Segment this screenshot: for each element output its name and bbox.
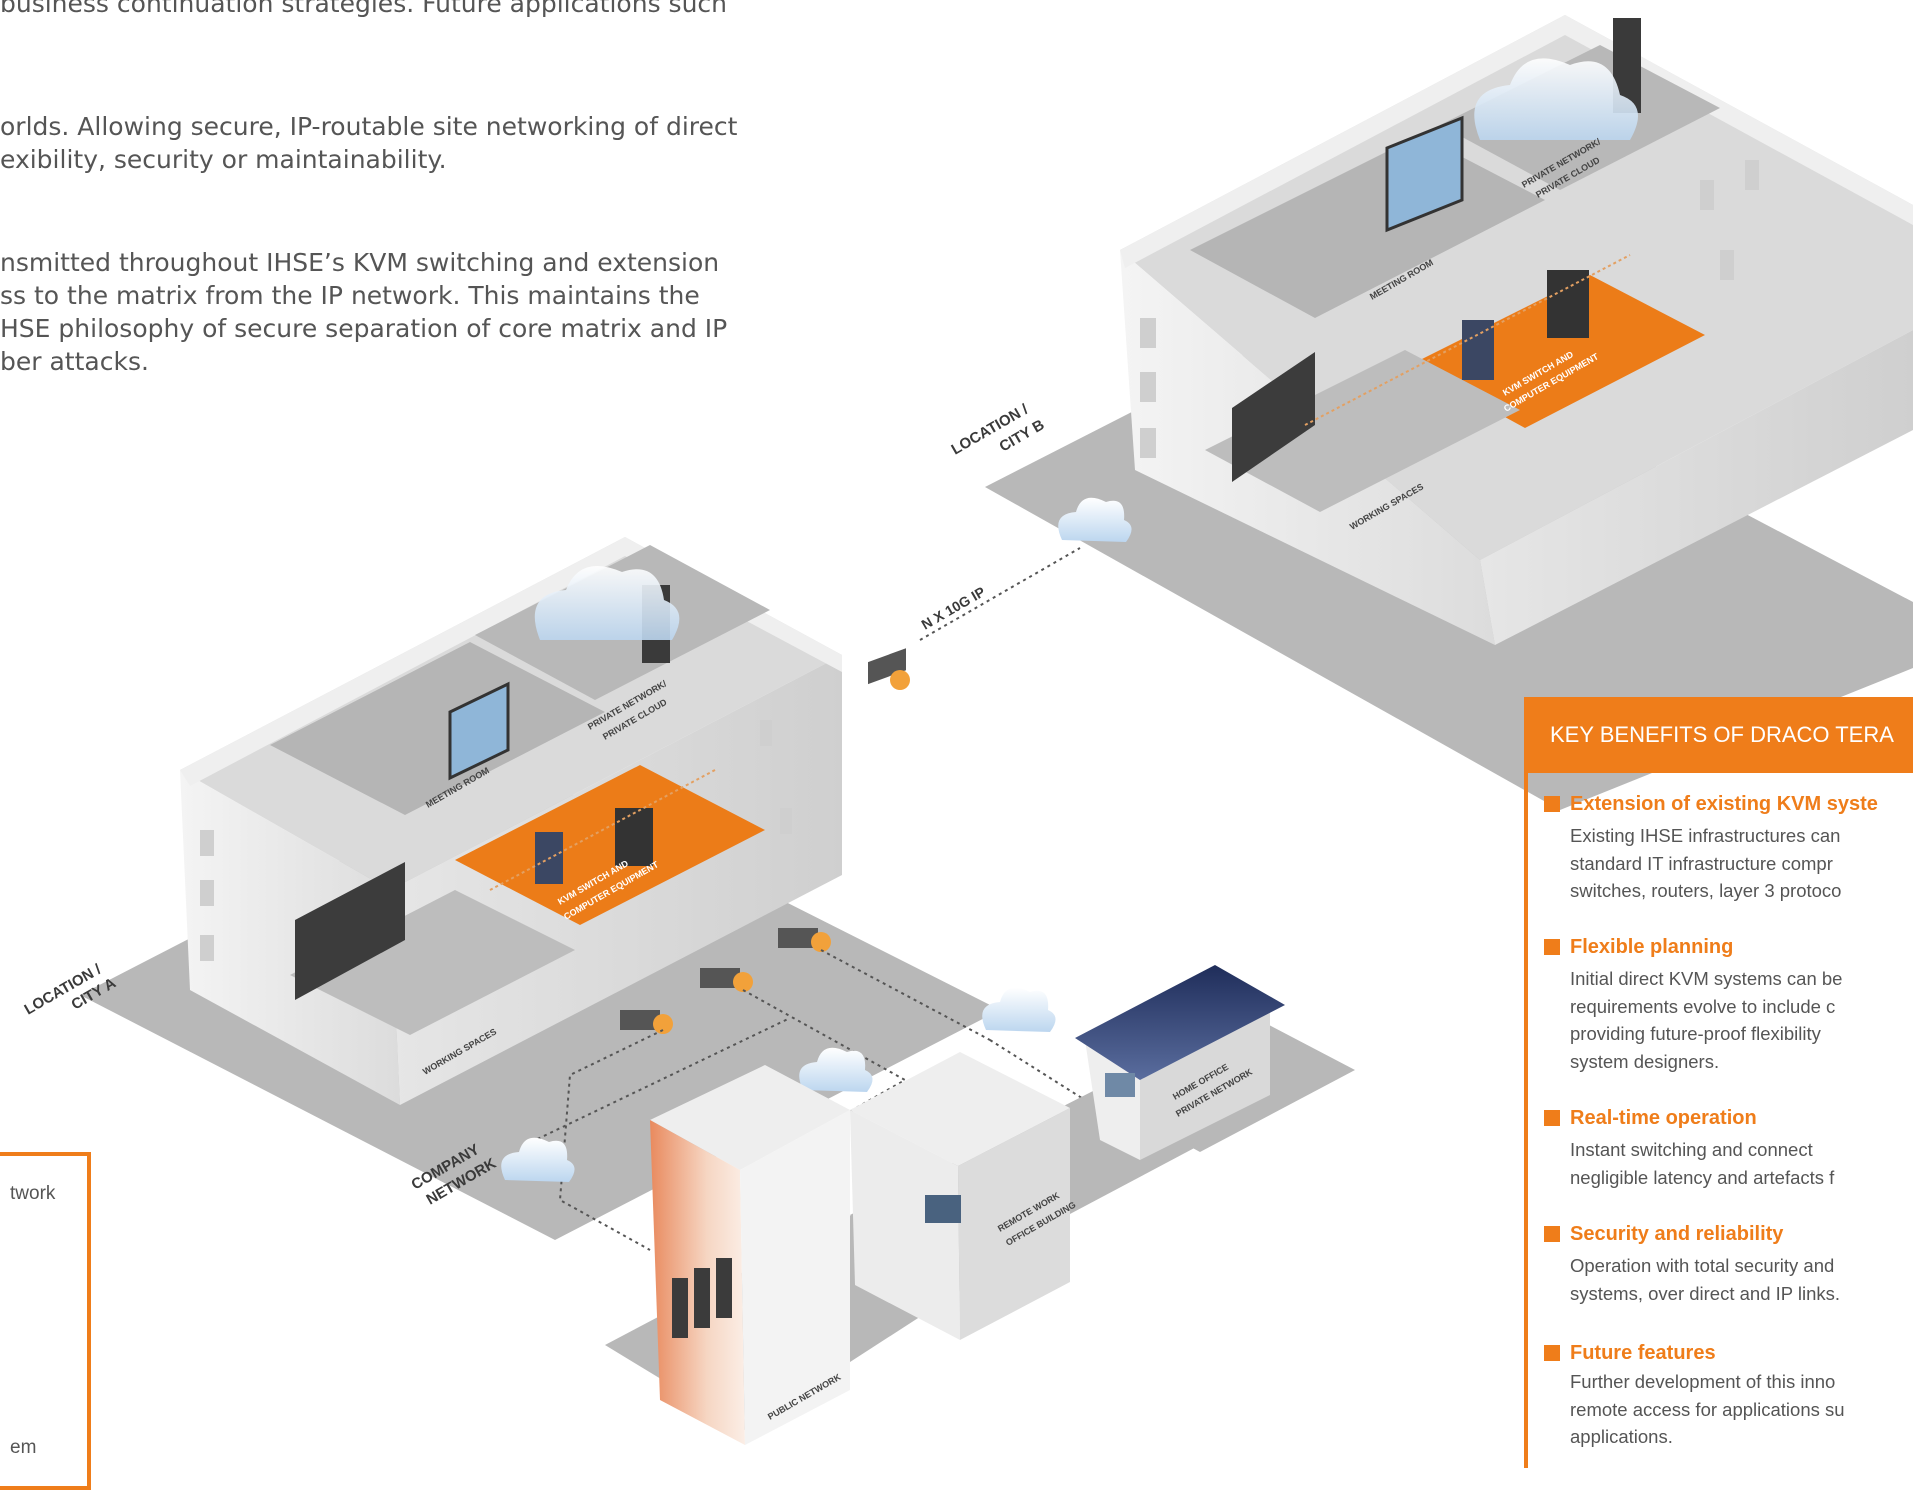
benefit-line: Instant switching and connect xyxy=(1570,1139,1813,1160)
bullet-square-icon xyxy=(1544,796,1560,812)
home-office-site: HOME OFFICE PRIVATE NETWORK xyxy=(1075,965,1355,1160)
benefit-item: Flexible planning Initial direct KVM sys… xyxy=(1544,934,1843,1075)
benefit-item: Security and reliability Operation with … xyxy=(1544,1221,1841,1307)
benefit-line: Operation with total security and xyxy=(1570,1255,1835,1276)
benefit-title: Future features xyxy=(1570,1342,1716,1364)
benefit-item: Real-time operation Instant switching an… xyxy=(1544,1105,1835,1191)
benefit-line: standard IT infrastructure compr xyxy=(1570,852,1833,874)
benefit-line: system designers. xyxy=(1570,1050,1720,1072)
benefit-title: Extension of existing KVM syste xyxy=(1570,793,1878,815)
benefit-item: Extension of existing KVM syste Existing… xyxy=(1544,791,1878,905)
left-box-text-1: twork xyxy=(10,1183,56,1204)
benefit-line: systems, over direct and IP links. xyxy=(1570,1282,1841,1304)
benefit-line: requirements evolve to include c xyxy=(1570,995,1836,1017)
location-b-site: MEETING ROOM PRIVATE NETWORK/ PRIVATE CL… xyxy=(985,15,1913,810)
key-benefits-heading: KEY BENEFITS OF DRACO TERA xyxy=(1528,697,1913,773)
benefit-line: remote access for applications su xyxy=(1570,1398,1845,1420)
bullet-square-icon xyxy=(1544,1110,1560,1126)
benefit-item: Future features Further development of t… xyxy=(1544,1340,1845,1451)
benefit-title: Security and reliability xyxy=(1570,1223,1784,1245)
benefit-title: Flexible planning xyxy=(1570,936,1734,958)
bullet-square-icon xyxy=(1544,939,1560,955)
bullet-square-icon xyxy=(1544,1226,1560,1242)
bullet-square-icon xyxy=(1544,1345,1560,1361)
key-benefits-panel: KEY BENEFITS OF DRACO TERA Extension of … xyxy=(1524,697,1913,1468)
benefit-title: Real-time operation xyxy=(1570,1107,1757,1129)
firewall-icon xyxy=(868,648,910,690)
cloud-icon xyxy=(982,987,1056,1032)
benefit-line: Further development of this inno xyxy=(1570,1371,1836,1392)
left-box-text-2: em xyxy=(10,1437,37,1458)
benefit-line: Existing IHSE infrastructures can xyxy=(1570,825,1841,846)
benefit-line: Initial direct KVM systems can be xyxy=(1570,968,1843,989)
benefit-line: providing future-proof flexibility xyxy=(1570,1023,1821,1044)
benefit-line: applications. xyxy=(1570,1426,1673,1447)
benefit-line: negligible latency and artefacts f xyxy=(1570,1166,1835,1188)
benefit-line: switches, routers, layer 3 protoco xyxy=(1570,880,1842,901)
